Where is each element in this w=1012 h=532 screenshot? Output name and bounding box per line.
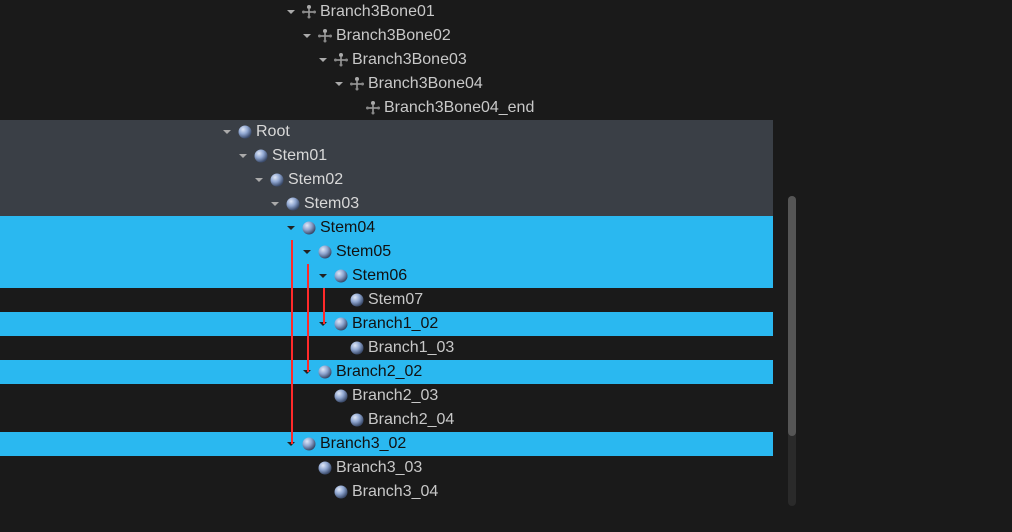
chevron-down-icon — [332, 341, 346, 355]
tree-row[interactable]: Branch3Bone01 — [0, 0, 773, 24]
tree-item-label: Branch2_02 — [336, 363, 422, 381]
tree-item-label: Branch3_03 — [336, 459, 422, 477]
sphere-icon — [316, 459, 334, 477]
sphere-icon — [236, 123, 254, 141]
sphere-icon — [332, 315, 350, 333]
sphere-icon — [348, 339, 366, 357]
tree-item-label: Branch2_03 — [352, 387, 438, 405]
tree-item-label: Branch3Bone02 — [336, 27, 451, 45]
tree-row[interactable]: Branch2_04 — [0, 408, 773, 432]
tree-row[interactable]: Branch3Bone04 — [0, 72, 773, 96]
tree-item-label: Branch1_02 — [352, 315, 438, 333]
bone-icon — [332, 51, 350, 69]
tree-row[interactable]: Branch1_03 — [0, 336, 773, 360]
sphere-icon — [348, 291, 366, 309]
chevron-down-icon[interactable] — [300, 29, 314, 43]
hierarchy-tree: Branch3Bone01 Branch3Bone02 Branch3Bone0… — [0, 0, 773, 532]
tree-row[interactable]: Branch3Bone04_end — [0, 96, 773, 120]
tree-row[interactable]: Branch3_04 — [0, 480, 773, 504]
hierarchy-guide-line — [307, 264, 309, 372]
chevron-down-icon — [332, 413, 346, 427]
tree-item-label: Branch3Bone03 — [352, 51, 467, 69]
tree-item-label: Root — [256, 123, 290, 141]
tree-item-label: Branch1_03 — [368, 339, 454, 357]
sphere-icon — [332, 483, 350, 501]
scrollbar-track[interactable] — [788, 196, 796, 506]
sphere-icon — [316, 363, 334, 381]
bone-icon — [348, 75, 366, 93]
sphere-icon — [284, 195, 302, 213]
sphere-icon — [332, 387, 350, 405]
tree-item-label: Branch3Bone04 — [368, 75, 483, 93]
tree-item-label: Branch3_02 — [320, 435, 406, 453]
tree-row[interactable]: Branch3Bone02 — [0, 24, 773, 48]
scrollbar-thumb[interactable] — [788, 196, 796, 436]
chevron-down-icon[interactable] — [220, 125, 234, 139]
tree-row[interactable]: Root — [0, 120, 773, 144]
chevron-down-icon[interactable] — [300, 245, 314, 259]
chevron-down-icon — [300, 461, 314, 475]
chevron-down-icon[interactable] — [284, 5, 298, 19]
tree-item-label: Branch3_04 — [352, 483, 438, 501]
chevron-down-icon[interactable] — [268, 197, 282, 211]
tree-item-label: Stem04 — [320, 219, 375, 237]
chevron-down-icon[interactable] — [284, 221, 298, 235]
chevron-down-icon[interactable] — [316, 53, 330, 67]
bone-icon — [316, 27, 334, 45]
tree-item-label: Branch3Bone04_end — [384, 99, 534, 117]
hierarchy-guide-line — [323, 288, 325, 324]
tree-row[interactable]: Branch2_03 — [0, 384, 773, 408]
tree-row[interactable]: Branch1_02 — [0, 312, 773, 336]
tree-item-label: Branch2_04 — [368, 411, 454, 429]
tree-item-label: Stem01 — [272, 147, 327, 165]
tree-item-label: Stem07 — [368, 291, 423, 309]
sphere-icon — [252, 147, 270, 165]
bone-icon — [300, 3, 318, 21]
sphere-icon — [316, 243, 334, 261]
sphere-icon — [300, 435, 318, 453]
tree-item-label: Stem02 — [288, 171, 343, 189]
chevron-down-icon[interactable] — [252, 173, 266, 187]
chevron-down-icon — [316, 485, 330, 499]
tree-row[interactable]: Branch3_03 — [0, 456, 773, 480]
tree-item-label: Stem03 — [304, 195, 359, 213]
bone-icon — [364, 99, 382, 117]
sphere-icon — [332, 267, 350, 285]
chevron-down-icon[interactable] — [332, 77, 346, 91]
chevron-down-icon — [348, 101, 362, 115]
tree-row[interactable]: Stem04 — [0, 216, 773, 240]
tree-row[interactable]: Stem07 — [0, 288, 773, 312]
sphere-icon — [348, 411, 366, 429]
sphere-icon — [300, 219, 318, 237]
right-gutter — [800, 0, 1012, 532]
tree-row[interactable]: Stem05 — [0, 240, 773, 264]
chevron-down-icon[interactable] — [236, 149, 250, 163]
tree-row[interactable]: Stem02 — [0, 168, 773, 192]
tree-item-label: Stem06 — [352, 267, 407, 285]
tree-item-label: Stem05 — [336, 243, 391, 261]
tree-item-label: Branch3Bone01 — [320, 3, 435, 21]
tree-row[interactable]: Stem06 — [0, 264, 773, 288]
tree-row[interactable]: Stem03 — [0, 192, 773, 216]
tree-row[interactable]: Branch2_02 — [0, 360, 773, 384]
hierarchy-guide-line — [291, 240, 293, 444]
tree-row[interactable]: Stem01 — [0, 144, 773, 168]
sphere-icon — [268, 171, 286, 189]
tree-row[interactable]: Branch3Bone03 — [0, 48, 773, 72]
chevron-down-icon[interactable] — [316, 269, 330, 283]
chevron-down-icon — [316, 389, 330, 403]
tree-row[interactable]: Branch3_02 — [0, 432, 773, 456]
chevron-down-icon — [332, 293, 346, 307]
